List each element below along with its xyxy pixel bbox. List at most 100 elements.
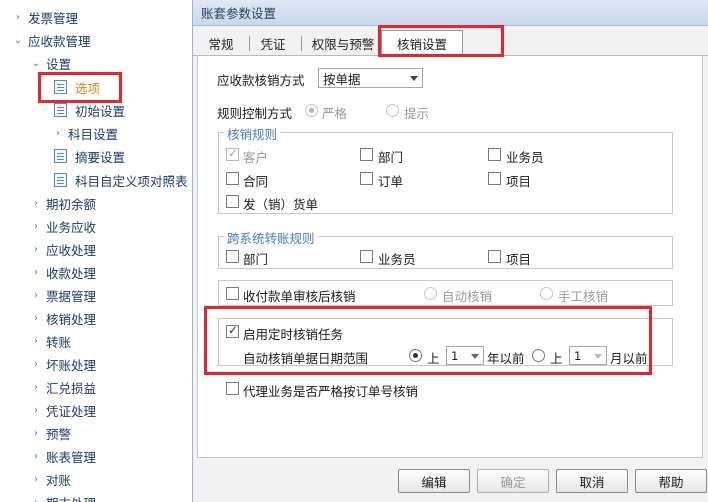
tab-voucher[interactable]: 凭证 [253,32,293,55]
agency-order-label: 代理业务是否严格按订单号核销 [243,384,419,399]
nav-item-label: 设置 [46,56,72,72]
auto-settle-label: 自动核销 [442,289,493,304]
chevron-down-icon: ⌄ [13,34,23,46]
cross-project-checkbox[interactable] [488,250,501,263]
nav-item-alert[interactable]: › 预警 [30,422,71,444]
settle-method-value: 按单据 [323,71,361,87]
nav-item-label: 收款处理 [46,265,97,281]
nav-item-label: 对账 [46,472,72,488]
highlight-box-timed-task [204,306,652,375]
nav-item-settings[interactable]: ⌄ 设置 [30,52,71,74]
settle-rules-title: 核销规则 [224,124,281,143]
cross-salesman-checkbox[interactable] [360,250,373,263]
nav-item-bill-management[interactable]: › 票据管理 [30,284,96,306]
nav-item-report-management[interactable]: › 账表管理 [30,445,96,467]
cross-department-checkbox[interactable] [226,250,239,263]
help-button[interactable]: 帮助 [635,469,707,493]
agency-order-checkbox[interactable] [226,382,239,395]
nav-item-label: 账表管理 [46,449,97,465]
chevron-right-icon: › [34,496,38,502]
rule-control-label: 规则控制方式 [217,106,293,121]
nav-item-label: 业务应收 [46,219,97,235]
rule-invoice-checkbox[interactable] [226,195,239,208]
nav-item-transfer[interactable]: › 转账 [30,330,71,352]
nav-item-label: 发票管理 [28,10,79,26]
nav-item-business-receivable[interactable]: › 业务应收 [30,215,96,237]
chevron-right-icon: › [34,358,38,370]
nav-item-label: 应收处理 [46,242,97,258]
chevron-right-icon: › [34,197,38,209]
nav-item-exchange-gain-loss[interactable]: › 汇兑损益 [30,376,96,398]
edit-button[interactable]: 编辑 [398,469,470,493]
cross-project-label: 项目 [506,252,532,267]
nav-item-custom-item-mapping[interactable]: 科目自定义项对照表 [54,169,188,191]
chevron-down-icon [410,76,418,81]
rule-project-checkbox[interactable] [488,172,501,185]
nav-item-label: 期初余额 [46,196,97,212]
chevron-right-icon: › [34,266,38,278]
rule-hint-radio[interactable] [386,104,399,117]
tab-divider [301,36,302,51]
chevron-right-icon: › [34,220,38,232]
cancel-button[interactable]: 取消 [556,469,628,493]
document-icon [54,173,67,187]
rule-customer-label: 客户 [243,150,269,165]
chevron-right-icon: › [34,404,38,416]
nav-item-receivable-processing[interactable]: › 应收处理 [30,238,96,260]
nav-item-label: 期末处理 [46,493,96,502]
nav-item-label: 票据管理 [46,288,97,304]
chevron-right-icon: › [34,427,38,439]
nav-item-opening-balance[interactable]: › 期初余额 [30,192,96,214]
nav-item-receivables-management[interactable]: ⌄ 应收款管理 [12,29,91,51]
rule-salesman-checkbox[interactable] [488,148,501,161]
nav-item-invoice-management[interactable]: › 发票管理 [12,6,78,28]
nav-item-label: 科目设置 [68,126,119,142]
dialog-title: 账套参数设置 [193,0,708,26]
tab-general[interactable]: 常规 [201,32,241,55]
rule-hint-label: 提示 [404,106,430,121]
nav-item-bad-debt[interactable]: › 坏账处理 [30,353,96,375]
rule-strict-label: 严格 [322,106,348,121]
chevron-right-icon: › [56,127,60,139]
receipt-audit-label: 收付款单审核后核销 [243,289,356,304]
receipt-audit-checkbox[interactable] [226,287,239,300]
nav-item-period-end[interactable]: › 期末处理 [30,491,96,502]
chevron-right-icon: › [34,335,38,347]
document-icon [54,149,67,163]
nav-item-label: 凭证处理 [46,403,97,419]
auto-settle-radio[interactable] [424,287,437,300]
rule-project-label: 项目 [506,174,532,189]
rule-contract-checkbox[interactable] [226,172,239,185]
chevron-right-icon: › [34,289,38,301]
settle-method-label: 应收款核销方式 [217,73,305,88]
nav-item-summary-settings[interactable]: 摘要设置 [54,145,125,167]
write-off-settings-pane: 应收款核销方式 按单据 规则控制方式 严格 提示 核销规则 客户 部门 业务员 … [197,56,703,458]
tab-permissions-alerts[interactable]: 权限与预警 [305,32,381,55]
nav-item-voucher-processing[interactable]: › 凭证处理 [30,399,96,421]
rule-department-label: 部门 [378,150,404,165]
document-icon [54,103,67,117]
rule-department-checkbox[interactable] [360,148,373,161]
rule-invoice-label: 发（销）货单 [243,197,319,212]
rule-order-checkbox[interactable] [360,172,373,185]
manual-settle-label: 手工核销 [558,289,609,304]
nav-item-label: 初始设置 [75,103,126,119]
nav-item-label: 汇兑损益 [46,380,97,396]
settle-method-select[interactable]: 按单据 [318,68,423,88]
rule-customer-checkbox[interactable] [226,146,239,161]
nav-item-reconciliation[interactable]: › 对账 [30,468,71,490]
rule-strict-radio[interactable] [305,104,318,117]
rule-salesman-label: 业务员 [506,150,544,165]
rule-order-label: 订单 [378,174,404,189]
nav-item-collection-processing[interactable]: › 收款处理 [30,261,96,283]
nav-item-write-off-processing[interactable]: › 核销处理 [30,307,96,329]
nav-item-account-settings[interactable]: › 科目设置 [52,122,118,144]
nav-item-label: 应收款管理 [28,33,91,49]
highlight-box-options [38,72,122,103]
chevron-right-icon: › [34,473,38,485]
ok-button[interactable]: 确定 [477,469,549,493]
cross-salesman-label: 业务员 [378,252,416,267]
highlight-box-tab [378,25,504,57]
manual-settle-radio[interactable] [540,287,553,300]
chevron-right-icon: › [34,381,38,393]
